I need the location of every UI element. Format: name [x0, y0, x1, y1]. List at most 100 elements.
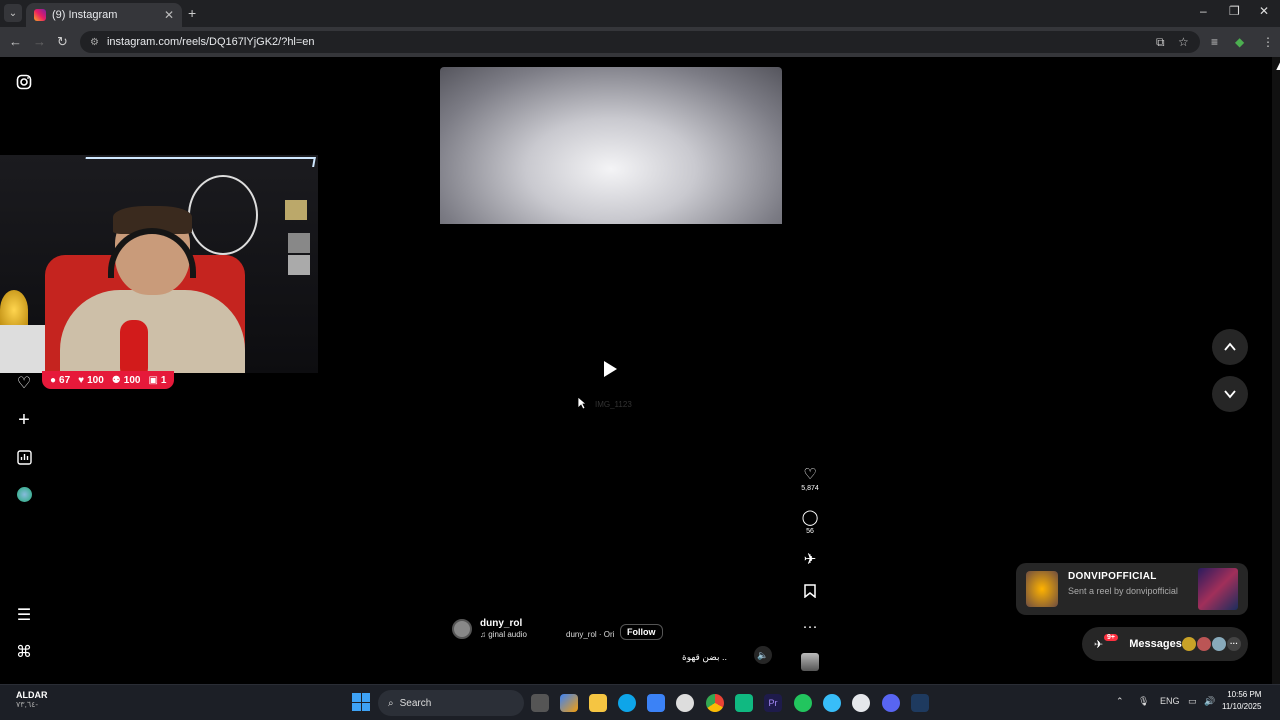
audio-label-scrolling[interactable]: duny_rol · Ori — [566, 630, 614, 639]
author-username[interactable]: duny_rol — [480, 618, 522, 629]
tab-instagram[interactable]: (9) Instagram ✕ — [26, 3, 182, 27]
tab-title: (9) Instagram — [52, 9, 118, 21]
instagram-logo-icon[interactable] — [14, 72, 34, 92]
dashboard-icon[interactable] — [14, 447, 34, 467]
heart-icon: ♥ — [78, 374, 85, 386]
tray-chevron-icon[interactable]: ⌃ — [1116, 696, 1124, 707]
premiere-pro-icon[interactable]: Pr — [764, 694, 782, 712]
threads-apps-icon[interactable]: ⌘ — [14, 642, 34, 662]
bookmark-icon[interactable] — [800, 584, 820, 602]
heart-icon[interactable]: ♡ — [800, 465, 820, 483]
author-avatar[interactable] — [452, 619, 472, 639]
send-paper-plane-icon[interactable]: ✈ — [800, 550, 820, 568]
bookmark-star-icon[interactable]: ☆ — [1178, 35, 1189, 49]
more-menu-icon[interactable]: ☰ — [14, 605, 34, 625]
browser-toolbar: ← → ↻ ⚙ instagram.com/reels/DQ167lYjGK2/… — [0, 27, 1280, 57]
previous-reel-button[interactable] — [1212, 329, 1248, 365]
share-action[interactable]: ✈ — [800, 550, 820, 568]
tab-search-icon[interactable]: ⌄ — [4, 4, 22, 22]
search-label: Search — [399, 697, 432, 709]
edge-icon[interactable] — [618, 694, 636, 712]
create-plus-icon[interactable]: + — [14, 409, 34, 431]
messages-button[interactable]: ✈ 9+ Messages ··· — [1082, 627, 1248, 661]
install-app-icon[interactable]: ⧉ — [1156, 35, 1165, 50]
weather-widget[interactable]: ALDAR ٧٣,٦٤- — [16, 690, 48, 709]
close-window-button[interactable]: ✕ — [1259, 4, 1269, 18]
sender-avatar — [1026, 571, 1058, 607]
discord-icon[interactable] — [882, 694, 900, 712]
next-reel-button[interactable] — [1212, 376, 1248, 412]
windows-taskbar: ALDAR ٧٣,٦٤- ⌕ Search Pr ⌃ 🎙 ENG ▭ 🔊 10:… — [0, 684, 1280, 720]
comment-bubble-icon[interactable]: ◯ — [800, 508, 820, 526]
weather-title: ALDAR — [16, 690, 48, 700]
more-avatars-icon: ··· — [1227, 637, 1241, 651]
search-icon: ⌕ — [388, 697, 394, 709]
more-options-action[interactable]: ··· — [800, 618, 820, 635]
copilot-icon[interactable] — [560, 694, 578, 712]
store-icon[interactable] — [647, 694, 665, 712]
comments-count: 67 — [59, 374, 71, 386]
task-view-icon[interactable] — [531, 694, 549, 712]
message-notification[interactable]: DONVIPOFFICIAL Sent a reel by donvipoffi… — [1016, 563, 1248, 615]
save-action[interactable] — [800, 584, 820, 602]
network-icon[interactable]: ▭ — [1188, 696, 1197, 707]
clock-date: 11/10/2025 — [1222, 702, 1262, 711]
minimize-button[interactable]: – — [1200, 4, 1207, 18]
tab-close-icon[interactable]: ✕ — [164, 8, 174, 22]
itunes-icon[interactable] — [852, 694, 870, 712]
whatsapp-icon[interactable] — [794, 694, 812, 712]
windows-start-icon[interactable] — [352, 693, 370, 711]
chevron-down-icon — [1224, 390, 1236, 399]
restore-button[interactable]: ❐ — [1229, 4, 1240, 18]
play-icon[interactable] — [604, 361, 617, 377]
speaker-icon[interactable]: 🔊 — [1204, 696, 1215, 707]
chrome-icon[interactable] — [706, 694, 724, 712]
telegram-icon[interactable] — [823, 694, 841, 712]
neon-light — [84, 157, 316, 167]
scrollbar-thumb[interactable]: ▲ — [1273, 57, 1280, 74]
comments-count: 56 — [806, 528, 814, 535]
forward-arrow-icon[interactable]: → — [33, 34, 46, 49]
id-card-icon: ▣ — [148, 374, 158, 386]
comment-action[interactable]: ◯ 56 — [800, 508, 820, 535]
address-bar[interactable]: ⚙ instagram.com/reels/DQ167lYjGK2/?hl=en — [80, 31, 1200, 53]
language-indicator[interactable]: ENG — [1160, 696, 1180, 706]
back-arrow-icon[interactable]: ← — [9, 34, 22, 49]
likes-count: 100 — [87, 374, 104, 386]
user-icon: ⚉ — [111, 374, 121, 386]
reel-video-frame — [440, 67, 782, 224]
messages-badge: 9+ — [1104, 634, 1118, 641]
extension-icon[interactable]: ◆ — [1235, 35, 1244, 49]
ellipsis-icon[interactable]: ··· — [800, 618, 820, 635]
reel-video[interactable]: IMG_1123 duny_rol ♫ ginal audio duny_rol… — [440, 67, 782, 673]
new-tab-button[interactable]: + — [188, 5, 196, 21]
media-controls-icon[interactable]: ≡ — [1211, 35, 1218, 49]
alien-app-icon[interactable] — [676, 694, 694, 712]
volume-icon[interactable]: 🔈 — [754, 646, 772, 664]
messages-label: Messages — [1129, 638, 1182, 650]
follow-button[interactable]: Follow — [620, 624, 663, 640]
file-explorer-icon[interactable] — [589, 694, 607, 712]
steam-icon[interactable] — [911, 694, 929, 712]
profile-avatar[interactable] — [14, 484, 34, 504]
stream-stats-badge: ● 67 ♥ 100 ⚉ 100 ▣ 1 — [42, 371, 175, 389]
chevron-up-icon — [1224, 342, 1236, 351]
like-action[interactable]: ♡ 5,874 — [800, 465, 820, 492]
taskbar-search[interactable]: ⌕ Search — [378, 690, 524, 716]
page-scrollbar[interactable]: ▲ — [1272, 57, 1280, 684]
followers-count: 100 — [123, 374, 141, 386]
notification-sender: DONVIPOFFICIAL — [1068, 571, 1157, 582]
notifications-heart-icon[interactable]: ♡ — [14, 373, 34, 393]
screen: ⌄ (9) Instagram ✕ + – ❐ ✕ ← → ↻ ⚙ instag… — [0, 0, 1280, 720]
system-clock[interactable]: 10:56 PM 11/10/2025 — [1222, 689, 1261, 713]
screen-app-icon[interactable] — [735, 694, 753, 712]
microphone-icon[interactable]: 🎙 — [1138, 696, 1149, 707]
subs-count: 1 — [160, 374, 167, 386]
reload-icon[interactable]: ↻ — [57, 34, 68, 50]
site-info-icon[interactable]: ⚙ — [90, 37, 99, 48]
audio-label[interactable]: ♫ ginal audio — [480, 630, 527, 639]
followers-stat: ⚉ 100 — [112, 375, 141, 386]
menu-kebab-icon[interactable]: ⋮ — [1262, 35, 1274, 49]
streamer — [60, 206, 245, 373]
audio-thumbnail[interactable] — [801, 653, 819, 671]
